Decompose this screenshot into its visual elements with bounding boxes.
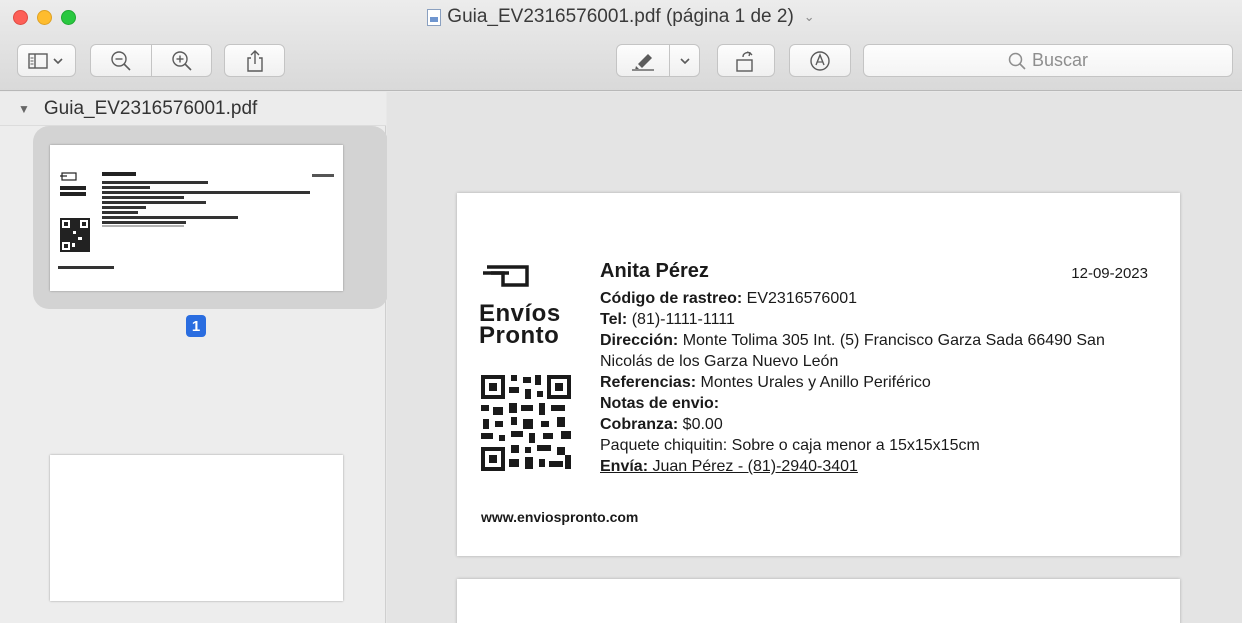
references-value: Montes Urales y Anillo Periférico xyxy=(696,374,931,391)
disclosure-triangle-icon[interactable]: ▼ xyxy=(18,102,30,116)
rotate-icon xyxy=(736,50,753,72)
pdf-page-1: Envíos Pronto Anita Pérez 12-09-2023 Cód… xyxy=(457,193,1180,556)
search-placeholder: Buscar xyxy=(1031,50,1089,70)
chevron-down-icon: ⌄ xyxy=(803,9,815,24)
pdf-page-2 xyxy=(457,579,1180,623)
charge-value: $0.00 xyxy=(678,416,723,433)
thumbnail-preview xyxy=(58,172,334,269)
search-icon xyxy=(1008,52,1026,70)
tracking-value: EV2316576001 xyxy=(742,290,858,307)
share-button[interactable] xyxy=(224,44,285,77)
envios-pronto-logo-icon xyxy=(483,265,529,287)
window-title-text: Guia_EV2316576001.pdf (página 1 de 2) xyxy=(447,6,794,27)
page-thumbnail-2[interactable] xyxy=(50,455,343,601)
sidebar-toggle-button[interactable] xyxy=(17,44,76,77)
sender-label: Envía: xyxy=(600,458,649,475)
company-logo-text: Envíos Pronto xyxy=(479,300,561,349)
references-line: Referencias: Montes Urales y Anillo Peri… xyxy=(600,372,1105,393)
address-label: Dirección: xyxy=(600,332,679,349)
highlight-button[interactable] xyxy=(616,44,670,77)
window-toolbar: Guia_EV2316576001.pdf (página 1 de 2) ⌄ xyxy=(0,0,1242,91)
highlight-options-button[interactable] xyxy=(669,44,700,77)
phone-line: Tel: (81)-1111-1111 xyxy=(600,309,1105,330)
shipment-details: Código de rastreo: EV2316576001 Tel: (81… xyxy=(600,288,1105,477)
sidebar-file-header[interactable]: ▼ Guia_EV2316576001.pdf xyxy=(0,92,386,126)
zoom-out-button[interactable] xyxy=(90,44,152,77)
tracking-label: Código de rastreo: xyxy=(600,290,743,307)
phone-label: Tel: xyxy=(600,311,628,328)
markup-button[interactable] xyxy=(789,44,851,77)
zoom-in-icon xyxy=(171,50,192,71)
recipient-name: Anita Pérez xyxy=(600,260,709,282)
chevron-down-icon xyxy=(679,57,690,64)
address-value: Monte Tolima 305 Int. (5) Francisco Garz… xyxy=(678,332,1105,349)
charge-line: Cobranza: $0.00 xyxy=(600,414,1105,435)
references-label: Referencias: xyxy=(600,374,697,391)
highlighter-icon xyxy=(632,53,654,71)
sidebar-icon xyxy=(27,52,63,69)
package-line: Paquete chiquitin: Sobre o caja menor a … xyxy=(600,437,980,454)
tracking-line: Código de rastreo: EV2316576001 xyxy=(600,288,1105,309)
phone-value: (81)-1111-1111 xyxy=(627,311,735,328)
markup-pen-circle-icon xyxy=(810,50,830,71)
zoom-in-button[interactable] xyxy=(151,44,212,77)
address-line: Dirección: Monte Tolima 305 Int. (5) Fra… xyxy=(600,330,1105,351)
pdf-document-icon xyxy=(427,8,442,26)
notes-line: Notas de envio: xyxy=(600,393,1105,414)
sender-line: Envía: Juan Pérez - (81)-2940-3401 xyxy=(600,456,1105,477)
company-website: www.enviospronto.com xyxy=(481,509,639,525)
sidebar-file-name: Guia_EV2316576001.pdf xyxy=(43,97,258,119)
charge-label: Cobranza: xyxy=(600,416,679,433)
share-icon xyxy=(246,49,263,72)
sender-value: Juan Pérez - (81)-2940-3401 xyxy=(648,458,858,475)
window-title[interactable]: Guia_EV2316576001.pdf (página 1 de 2) ⌄ xyxy=(0,6,1242,28)
address-line-2: Nicolás de los Garza Nuevo León xyxy=(600,353,839,370)
zoom-out-icon xyxy=(111,50,131,71)
page-number-badge: 1 xyxy=(186,315,206,337)
page-thumbnail-1[interactable] xyxy=(50,145,343,291)
search-field[interactable]: Buscar xyxy=(863,44,1233,77)
rotate-button[interactable] xyxy=(717,44,775,77)
notes-label: Notas de envio: xyxy=(600,395,720,412)
qr-code-icon xyxy=(481,375,571,471)
shipment-date: 12-09-2023 xyxy=(1071,265,1148,282)
